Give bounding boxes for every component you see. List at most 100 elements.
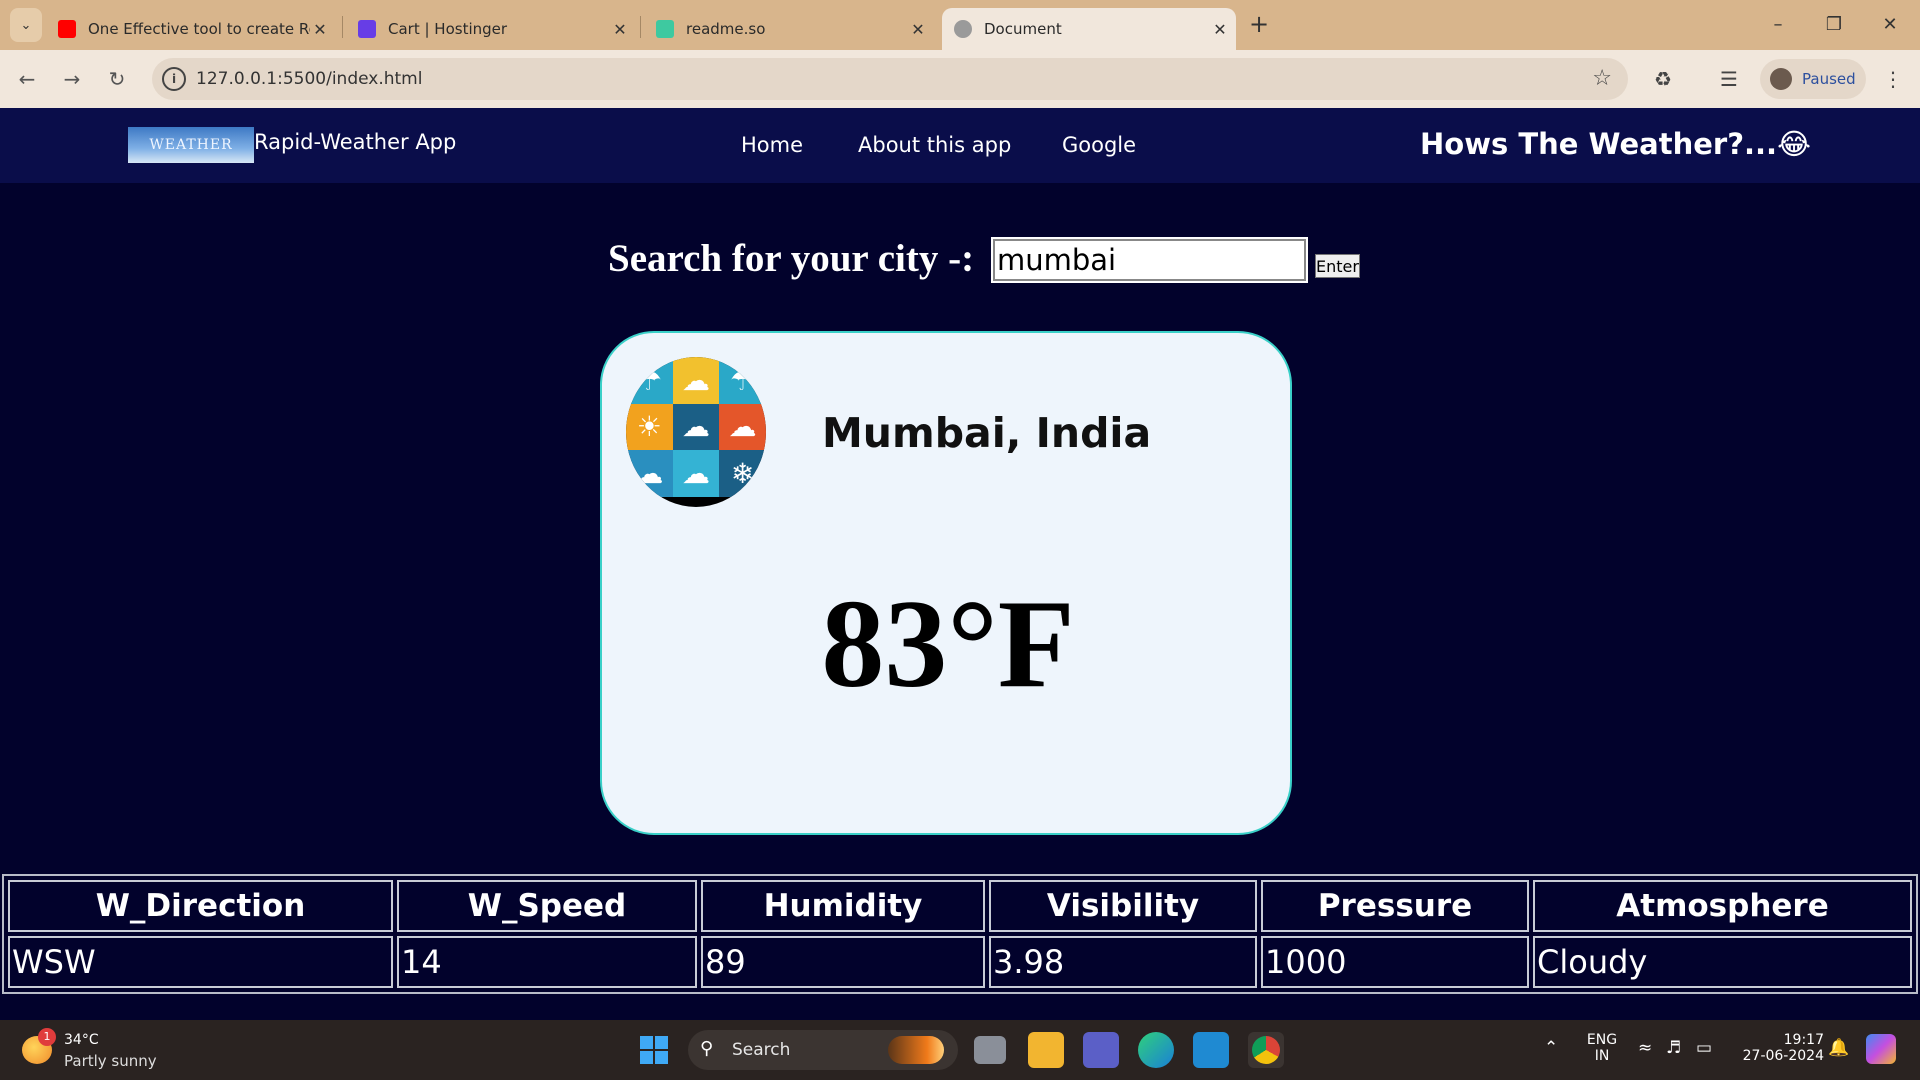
extensions-icon[interactable]: ♻	[1648, 64, 1678, 94]
weather-icon: ☂ ☁ ☂ ☀ ☁ ☁ ☁ ☁ ❄	[626, 357, 766, 507]
weather-logo-image: WEATHER	[128, 127, 254, 163]
weather-widget[interactable]: 1 34°C Partly sunny	[22, 1028, 162, 1072]
edge-icon[interactable]	[1138, 1032, 1174, 1068]
globe-icon	[954, 20, 972, 38]
header-humidity: Humidity	[701, 880, 985, 932]
profile-button[interactable]: Paused	[1760, 59, 1866, 99]
close-tab-icon[interactable]: ✕	[310, 20, 330, 39]
volume-icon[interactable]: ♬	[1666, 1038, 1681, 1058]
taskbar: 1 34°C Partly sunny ⚲ Search ⌃ ENG IN ≈ …	[0, 1020, 1920, 1080]
readme-icon	[656, 20, 674, 38]
nav-link-google[interactable]: Google	[1062, 133, 1136, 157]
hostinger-icon	[358, 20, 376, 38]
menu-kebab-icon[interactable]: ⋮	[1878, 64, 1908, 94]
temperature: 83°F	[821, 575, 1075, 714]
chevron-down-icon: ⌄	[20, 17, 32, 33]
search-icon: ⚲	[700, 1038, 714, 1059]
value-w-direction: WSW	[8, 936, 393, 988]
header-atmosphere: Atmosphere	[1533, 880, 1912, 932]
umbrella-icon: ☂	[719, 357, 766, 404]
new-tab-button[interactable]: +	[1244, 10, 1274, 40]
nav-link-home[interactable]: Home	[741, 133, 803, 157]
storm-icon: ☁	[719, 403, 766, 451]
chrome-taskbar-button[interactable]	[1248, 1032, 1284, 1068]
copilot-icon[interactable]	[1866, 1034, 1896, 1064]
reload-icon[interactable]: ↻	[102, 64, 132, 94]
close-window-icon[interactable]: ✕	[1870, 10, 1910, 40]
value-atmosphere: Cloudy	[1533, 936, 1912, 988]
task-view-icon[interactable]	[974, 1036, 1006, 1064]
enter-button[interactable]: Enter	[1315, 254, 1360, 278]
nav-link-about[interactable]: About this app	[858, 133, 1011, 157]
close-tab-icon[interactable]: ✕	[1210, 20, 1230, 39]
notification-bell-icon[interactable]: 🔔	[1828, 1038, 1849, 1058]
snowflake-icon: ❄	[719, 450, 766, 497]
browser-toolbar: ← → ↻ i 127.0.0.1:5500/index.html ☆ ♻ ☰ …	[0, 50, 1920, 108]
brand-name[interactable]: Rapid-Weather App	[254, 130, 456, 154]
show-hidden-icons-chevron-icon[interactable]: ⌃	[1544, 1038, 1558, 1058]
weather-stats-table: W_Direction W_Speed Humidity Visibility …	[2, 874, 1918, 994]
windows-start-icon[interactable]	[640, 1036, 668, 1064]
weather-card: ☂ ☁ ☂ ☀ ☁ ☁ ☁ ☁ ❄ Mumbai, India 83°F	[600, 331, 1292, 835]
site-info-icon[interactable]: i	[162, 67, 186, 91]
value-visibility: 3.98	[989, 936, 1257, 988]
profile-status: Paused	[1802, 70, 1856, 88]
clock-date: 27-06-2024	[1742, 1048, 1824, 1064]
close-tab-icon[interactable]: ✕	[610, 20, 630, 39]
table-header-row: W_Direction W_Speed Humidity Visibility …	[8, 880, 1912, 932]
search-highlight-image	[888, 1036, 944, 1064]
wifi-icon[interactable]: ≈	[1638, 1038, 1652, 1058]
header-w-speed: W_Speed	[397, 880, 697, 932]
header-pressure: Pressure	[1261, 880, 1529, 932]
header-w-direction: W_Direction	[8, 880, 393, 932]
vscode-icon[interactable]	[1193, 1032, 1229, 1068]
close-tab-icon[interactable]: ✕	[908, 20, 928, 39]
rain-cloud-icon: ☂	[626, 357, 673, 404]
clock-time: 19:17	[1783, 1032, 1824, 1048]
search-label: Search for your city -:	[608, 237, 975, 280]
taskbar-search-label: Search	[732, 1040, 791, 1060]
forward-icon[interactable]: →	[57, 64, 87, 94]
value-humidity: 89	[701, 936, 985, 988]
browser-tab-document[interactable]: Document ✕	[942, 8, 1236, 50]
notification-badge: 1	[38, 1028, 56, 1046]
headline: Hows The Weather?...😂	[1420, 127, 1811, 161]
table-row: WSW 14 89 3.98 1000 Cloudy	[8, 936, 1912, 988]
widget-description: Partly sunny	[64, 1052, 157, 1070]
value-pressure: 1000	[1261, 936, 1529, 988]
taskbar-search[interactable]: ⚲ Search	[688, 1030, 958, 1070]
avatar	[1770, 68, 1792, 90]
browser-tab-youtube[interactable]: One Effective tool to create Rea ✕	[46, 8, 336, 50]
page-content: WEATHER Rapid-Weather App Home About thi…	[0, 108, 1920, 1020]
sun-cloud-icon: ☁	[672, 357, 720, 404]
browser-tab-readme[interactable]: readme.so ✕	[644, 8, 934, 50]
rain-icon: ☁	[672, 403, 720, 451]
file-explorer-icon[interactable]	[1028, 1032, 1064, 1068]
header-visibility: Visibility	[989, 880, 1257, 932]
sun-cloud-icon: ☁	[672, 450, 720, 497]
restore-icon[interactable]: ❐	[1814, 10, 1854, 40]
cloud-icon: ☁	[626, 450, 673, 497]
clock[interactable]: 19:17 27-06-2024	[1734, 1032, 1824, 1064]
language-indicator[interactable]: ENG IN	[1584, 1032, 1620, 1064]
value-w-speed: 14	[397, 936, 697, 988]
site-navbar: WEATHER Rapid-Weather App Home About thi…	[0, 108, 1920, 183]
laughing-emoji-icon: 😂	[1777, 127, 1811, 161]
media-controls-icon[interactable]: ☰	[1714, 64, 1744, 94]
chrome-icon	[1252, 1036, 1280, 1064]
address-bar[interactable]: i 127.0.0.1:5500/index.html ☆	[152, 58, 1628, 100]
widget-temperature: 34°C	[64, 1032, 99, 1048]
battery-icon[interactable]: ▭	[1696, 1038, 1712, 1058]
city-search-input[interactable]	[991, 237, 1308, 283]
browser-tab-strip: ⌄ One Effective tool to create Rea ✕ Car…	[0, 0, 1920, 50]
tab-search-button[interactable]: ⌄	[10, 8, 42, 42]
tab-separator	[342, 16, 343, 38]
minimize-icon[interactable]: –	[1758, 10, 1798, 40]
back-icon[interactable]: ←	[12, 64, 42, 94]
city-name: Mumbai, India	[822, 409, 1152, 457]
youtube-icon	[58, 20, 76, 38]
browser-tab-hostinger[interactable]: Cart | Hostinger ✕	[346, 8, 636, 50]
address-url[interactable]: 127.0.0.1:5500/index.html	[196, 69, 422, 89]
bookmark-star-icon[interactable]: ☆	[1592, 66, 1612, 91]
teams-icon[interactable]	[1083, 1032, 1119, 1068]
